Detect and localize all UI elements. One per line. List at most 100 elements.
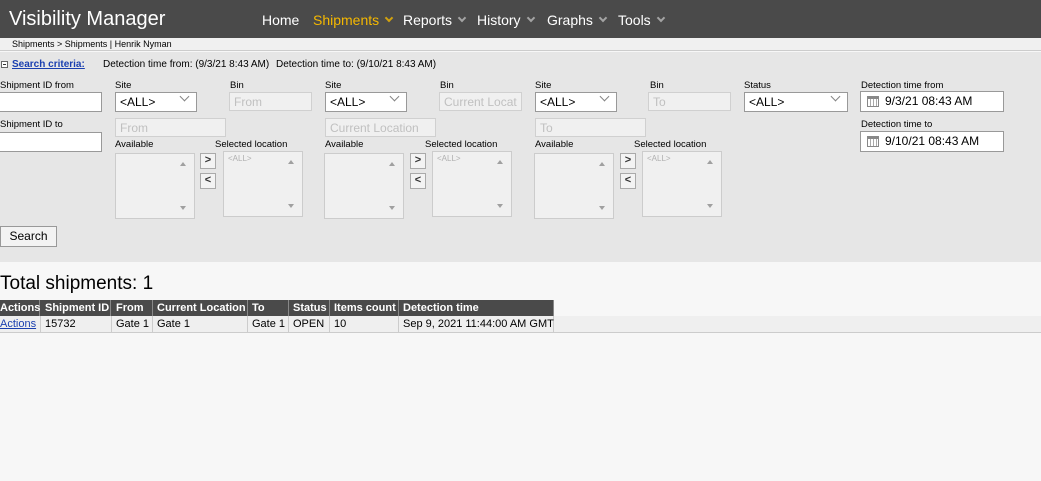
scroll-up-icon[interactable] [288, 160, 294, 164]
nav-reports-label: Reports [403, 12, 453, 28]
column-header-current-location[interactable]: Current Location [153, 300, 248, 316]
site-to-select[interactable]: <ALL> [535, 91, 617, 112]
scroll-down-icon[interactable] [707, 204, 713, 208]
available-current-label: Available [325, 139, 364, 150]
available-from-list[interactable] [115, 153, 195, 219]
calendar-icon[interactable] [867, 136, 879, 147]
selected-from-list[interactable]: <ALL> [223, 151, 303, 217]
selected-location-from-label: Selected location [215, 139, 288, 150]
scroll-down-icon[interactable] [288, 204, 294, 208]
move-right-button[interactable]: > [620, 153, 636, 169]
breadcrumb-bar: Shipments > Shipments | Henrik Nyman [0, 38, 1041, 51]
chevron-down-icon [389, 91, 400, 102]
scroll-down-icon[interactable] [180, 206, 186, 210]
shipment-id-from-label: Shipment ID from [0, 80, 74, 91]
bin-from-label: Bin [230, 80, 244, 91]
available-to-list[interactable] [534, 153, 614, 219]
nav-home-label: Home [262, 12, 300, 28]
bin-from-input[interactable]: From [229, 92, 312, 111]
chevron-down-icon [526, 13, 535, 23]
location-from-input[interactable]: From [115, 118, 226, 137]
nav-tools-label: Tools [618, 12, 651, 28]
scroll-down-icon[interactable] [599, 206, 605, 210]
table-header: Actions Shipment ID From Current Locatio… [0, 300, 554, 316]
chevron-down-icon [384, 13, 394, 23]
criteria-detection-from: Detection time from: (9/3/21 8:43 AM) [103, 59, 270, 70]
column-header-from[interactable]: From [112, 300, 153, 316]
location-to-input[interactable]: To [535, 118, 646, 137]
site-to-value: <ALL> [540, 95, 576, 109]
move-right-button[interactable]: > [200, 153, 216, 169]
table-row: Actions 15732 Gate 1 Gate 1 Gate 1 OPEN … [0, 316, 1041, 333]
status-value: <ALL> [749, 95, 785, 109]
bin-current-input[interactable]: Current Locat [439, 92, 522, 111]
column-header-status[interactable]: Status [289, 300, 330, 316]
detection-from-label: Detection time from [861, 80, 944, 91]
nav-history-label: History [477, 12, 521, 28]
nav-shipments[interactable]: Shipments [313, 12, 394, 28]
detection-from-input[interactable]: 9/3/21 08:43 AM [860, 91, 1004, 112]
chevron-down-icon [599, 91, 610, 102]
selected-from-placeholder: <ALL> [228, 154, 252, 163]
cell-detection-time: Sep 9, 2021 11:44:00 AM GMT [399, 316, 554, 333]
bin-to-label: Bin [650, 80, 664, 91]
move-right-button[interactable]: > [410, 153, 426, 169]
column-header-actions[interactable]: Actions [0, 300, 40, 316]
site-from-label: Site [115, 80, 132, 91]
column-header-shipment-id[interactable]: Shipment ID [41, 300, 111, 316]
selected-current-placeholder: <ALL> [437, 154, 461, 163]
nav-history[interactable]: History [477, 12, 535, 28]
scroll-down-icon[interactable] [497, 204, 503, 208]
chevron-down-icon [457, 13, 467, 23]
cell-current-location: Gate 1 [153, 316, 248, 333]
selected-current-list[interactable]: <ALL> [432, 151, 512, 217]
nav-graphs-label: Graphs [547, 12, 593, 28]
available-from-label: Available [115, 139, 154, 150]
available-to-label: Available [535, 139, 574, 150]
search-button[interactable]: Search [0, 226, 57, 247]
move-left-button[interactable]: < [200, 173, 216, 189]
search-criteria-link[interactable]: Search criteria: [12, 59, 85, 70]
nav-reports[interactable]: Reports [403, 12, 467, 28]
app-title: Visibility Manager [9, 8, 166, 30]
shipment-id-to-input[interactable] [0, 132, 102, 152]
column-header-to[interactable]: To [248, 300, 289, 316]
cell-from: Gate 1 [112, 316, 153, 333]
detection-to-input[interactable]: 9/10/21 08:43 AM [860, 131, 1004, 152]
calendar-icon[interactable] [867, 96, 879, 107]
actions-link[interactable]: Actions [0, 318, 36, 330]
site-current-label: Site [325, 80, 342, 91]
cell-status: OPEN [289, 316, 330, 333]
breadcrumb: Shipments > Shipments | Henrik Nyman [12, 39, 172, 49]
column-header-items-count[interactable]: Items count [330, 300, 399, 316]
nav-tools[interactable]: Tools [618, 12, 665, 28]
scroll-up-icon[interactable] [599, 162, 605, 166]
move-left-button[interactable]: < [410, 173, 426, 189]
scroll-up-icon[interactable] [497, 160, 503, 164]
location-current-input[interactable]: Current Location [325, 118, 436, 137]
selected-to-list[interactable]: <ALL> [642, 151, 722, 217]
available-current-list[interactable] [324, 153, 404, 219]
scroll-up-icon[interactable] [389, 162, 395, 166]
move-left-button[interactable]: < [620, 173, 636, 189]
scroll-up-icon[interactable] [707, 160, 713, 164]
detection-to-value: 9/10/21 08:43 AM [885, 134, 980, 148]
cell-shipment-id: 15732 [41, 316, 112, 333]
chevron-down-icon [598, 13, 608, 23]
shipment-id-from-input[interactable] [0, 92, 102, 112]
site-current-value: <ALL> [330, 95, 366, 109]
site-current-select[interactable]: <ALL> [325, 91, 407, 112]
nav-home[interactable]: Home [262, 12, 299, 28]
collapse-toggle-icon[interactable] [1, 61, 8, 68]
cell-actions: Actions [0, 316, 41, 333]
nav-graphs[interactable]: Graphs [547, 12, 608, 28]
bin-current-label: Bin [440, 80, 454, 91]
cell-to: Gate 1 [248, 316, 289, 333]
status-select[interactable]: <ALL> [744, 91, 848, 112]
site-from-select[interactable]: <ALL> [115, 91, 197, 112]
scroll-down-icon[interactable] [389, 206, 395, 210]
bin-to-input[interactable]: To [648, 92, 731, 111]
chevron-down-icon [179, 91, 190, 102]
column-header-detection-time[interactable]: Detection time [399, 300, 554, 316]
scroll-up-icon[interactable] [180, 162, 186, 166]
